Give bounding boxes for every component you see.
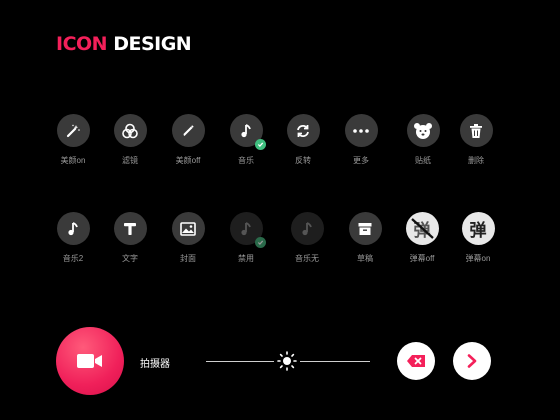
- title-plain: DESIGN: [113, 33, 192, 55]
- label-danmu-off: 弹幕off: [409, 254, 435, 263]
- title-accent: ICON: [56, 33, 108, 55]
- danmu-on-glyph: 弹: [469, 221, 487, 241]
- filter-button[interactable]: 滤镜: [100, 114, 160, 166]
- more-button[interactable]: 更多: [331, 114, 391, 166]
- label-draft: 草稿: [357, 254, 373, 263]
- music-none-button[interactable]: 音乐无: [277, 212, 337, 264]
- sticker-button[interactable]: 贴纸: [393, 114, 453, 166]
- cover-button[interactable]: 封面: [158, 212, 218, 264]
- music-disabled-icon: [229, 212, 266, 248]
- check-badge-icon: [254, 139, 266, 150]
- pen-icon: [171, 114, 205, 147]
- label-disabled: 禁用: [238, 254, 254, 263]
- trash-icon: [459, 114, 493, 147]
- music-button[interactable]: 音乐: [216, 114, 276, 166]
- label-more: 更多: [353, 156, 369, 165]
- chevron-right-icon: [467, 354, 477, 368]
- delete-clip-button[interactable]: [397, 342, 435, 380]
- label-danmu-on: 弹幕on: [465, 254, 491, 263]
- more-icon: [344, 114, 378, 147]
- label-cover: 封面: [180, 254, 196, 263]
- label-music2: 音乐2: [62, 254, 84, 263]
- label-beauty-on: 美颜on: [60, 156, 86, 165]
- danmu-off-button[interactable]: 弹 弹幕off: [392, 212, 452, 264]
- beauty-on-button[interactable]: 美颜on: [43, 114, 103, 166]
- slider-track-left[interactable]: [206, 361, 274, 362]
- filter-icon: [113, 114, 147, 147]
- record-label: 拍摄器: [140, 359, 170, 370]
- music-icon: [56, 212, 90, 245]
- label-flip: 反转: [295, 156, 311, 165]
- delete-button[interactable]: 删除: [446, 114, 506, 166]
- label-filter: 滤镜: [122, 156, 138, 165]
- sticker-icon: [406, 114, 440, 147]
- magic-wand-icon: [56, 114, 90, 147]
- music-icon: [229, 114, 266, 150]
- label-music: 音乐: [238, 156, 254, 165]
- label-beauty-off: 美颜off: [175, 156, 201, 165]
- video-camera-icon: [77, 354, 102, 368]
- draft-icon: [348, 212, 382, 245]
- backspace-icon: [407, 355, 425, 367]
- check-badge-icon: [254, 237, 266, 248]
- page-title: ICON DESIGN: [56, 33, 192, 55]
- music2-button[interactable]: 音乐2: [43, 212, 103, 264]
- slider-track-right[interactable]: [300, 361, 370, 362]
- danmu-on-button[interactable]: 弹 弹幕on: [448, 212, 508, 264]
- flip-icon: [286, 114, 320, 147]
- label-sticker: 贴纸: [415, 156, 431, 165]
- text-button[interactable]: 文字: [100, 212, 160, 264]
- text-icon: [113, 212, 147, 245]
- music-none-icon: [290, 212, 324, 245]
- label-delete: 删除: [468, 156, 484, 165]
- label-music-none: 音乐无: [295, 254, 319, 263]
- record-button[interactable]: [56, 327, 124, 395]
- danmu-on-icon: 弹: [461, 212, 495, 245]
- cover-icon: [171, 212, 205, 245]
- brightness-icon[interactable]: [277, 351, 297, 371]
- next-button[interactable]: [453, 342, 491, 380]
- danmu-off-icon: 弹: [405, 212, 439, 245]
- label-text: 文字: [122, 254, 138, 263]
- flip-button[interactable]: 反转: [273, 114, 333, 166]
- disabled-button[interactable]: 禁用: [216, 212, 276, 264]
- draft-button[interactable]: 草稿: [335, 212, 395, 264]
- beauty-off-button[interactable]: 美颜off: [158, 114, 218, 166]
